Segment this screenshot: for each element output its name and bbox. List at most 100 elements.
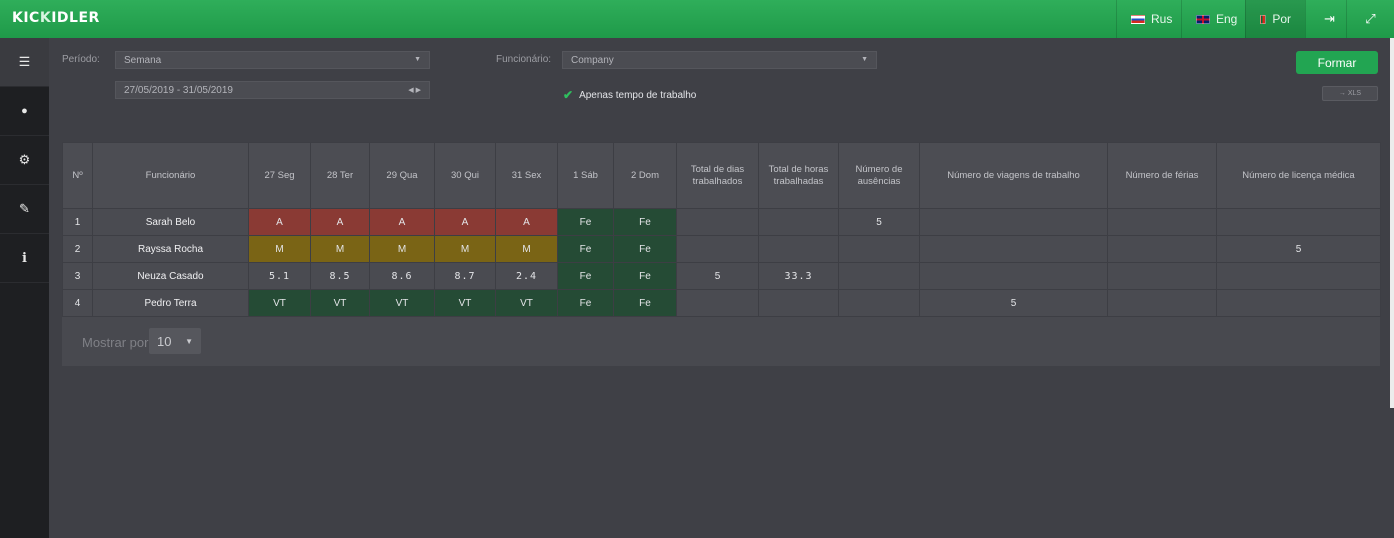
total-hours-cell: 33.3 [758,262,839,290]
row-number: 4 [62,289,93,317]
day-cell: VT [310,289,370,317]
export-xls-button[interactable]: → XLS [1322,86,1378,101]
day-cell: A [434,208,496,236]
logo-suffix: IDLER [51,10,100,26]
arrows-icon[interactable]: ◀ ▶ [408,86,421,94]
day-cell: Fe [613,208,677,236]
sick-leave-cell: 5 [1216,235,1381,263]
day-cell: Fe [557,235,614,263]
wrench-icon: ✎ [19,201,30,216]
day-cell: VT [434,289,496,317]
work-time-only-label: Apenas tempo de trabalho [579,89,697,101]
chevron-down-icon: ▼ [414,56,421,63]
day-cell: Fe [613,289,677,317]
page-size-label: Mostrar por [82,335,149,350]
day-cell: 8.5 [310,262,370,290]
column-header: 30 Qui [434,142,496,209]
chevron-down-icon: ▼ [185,337,193,346]
column-header: 29 Qua [369,142,435,209]
date-range-picker[interactable]: 27/05/2019 - 31/05/2019 ◀ ▶ [115,81,430,99]
employee-name: Pedro Terra [92,289,249,317]
column-header: Total de horas trabalhadas [758,142,839,209]
russia-flag-icon [1131,14,1145,24]
day-cell: VT [248,289,311,317]
day-cell: M [434,235,496,263]
total-days-cell [676,289,759,317]
day-cell: M [495,235,558,263]
uk-flag-icon [1196,14,1210,24]
table-row: 3 Neuza Casado 5.1 8.5 8.6 8.7 2.4 Fe Fe 5 33.3 [62,262,1381,290]
formar-button[interactable]: Formar [1296,51,1378,74]
absences-cell [838,262,920,290]
absences-cell [838,289,920,317]
work-time-only-checkbox[interactable]: ✔ Apenas tempo de trabalho [563,88,696,102]
column-header: Nº [62,142,93,209]
lang-rus-button[interactable]: Rus [1116,0,1186,38]
work-trips-cell [919,262,1108,290]
sidebar-item-info[interactable]: i [0,234,49,283]
chevron-down-icon: ▼ [861,56,868,63]
sidebar: ☰ ● ⚙ ✎ i [0,38,49,538]
employee-name: Sarah Belo [92,208,249,236]
checkmark-icon: ✔ [563,88,574,102]
vacations-cell [1107,262,1217,290]
logo-prefix: KIC [12,10,40,26]
column-header: 1 Sáb [557,142,614,209]
table-row: 4 Pedro Terra VT VT VT VT VT Fe Fe 5 [62,289,1381,317]
day-cell: 2.4 [495,262,558,290]
day-cell: Fe [613,235,677,263]
page-size-select[interactable]: 10 ▼ [149,328,201,354]
column-header: Funcionário [92,142,249,209]
day-cell: A [248,208,311,236]
employee-select[interactable]: Company ▼ [562,51,877,69]
lang-eng-button[interactable]: Eng [1181,0,1251,38]
column-header: Número de férias [1107,142,1217,209]
sick-leave-cell [1216,208,1381,236]
logout-icon: ⇥ [1324,11,1335,26]
page-size-value: 10 [157,334,172,349]
report-table: Nº Funcionário 27 Seg 28 Ter 29 Qua 30 Qui 31 … [62,142,1381,317]
day-cell: 8.7 [434,262,496,290]
lang-por-button[interactable]: Por [1245,0,1305,38]
gears-icon: ⚙ [18,152,31,167]
sidebar-item-tools[interactable]: ✎ [0,185,49,234]
lang-label: Rus [1151,12,1173,26]
column-header: 31 Sex [495,142,558,209]
total-hours-cell [758,289,839,317]
date-range-value: 27/05/2019 - 31/05/2019 [124,85,233,96]
day-cell: VT [369,289,435,317]
day-cell: Fe [557,289,614,317]
employee-value: Company [571,55,614,66]
sidebar-item-reports[interactable]: ☰ [0,38,49,87]
absences-cell [838,235,920,263]
day-cell: A [369,208,435,236]
day-cell: Fe [613,262,677,290]
day-cell: M [248,235,311,263]
column-header: 27 Seg [248,142,311,209]
fullscreen-button[interactable]: ⤢ [1346,0,1394,38]
total-days-cell [676,208,759,236]
row-number: 1 [62,208,93,236]
column-header: Número de ausências [838,142,920,209]
work-trips-cell: 5 [919,289,1108,317]
vacations-cell [1107,208,1217,236]
vacations-cell [1107,289,1217,317]
row-number: 3 [62,262,93,290]
row-number: 2 [62,235,93,263]
day-cell: 5.1 [248,262,311,290]
table-row: 1 Sarah Belo A A A A A Fe Fe 5 [62,208,1381,236]
day-cell: Fe [557,262,614,290]
work-trips-cell [919,208,1108,236]
total-hours-cell [758,208,839,236]
period-select[interactable]: Semana ▼ [115,51,430,69]
day-cell: M [310,235,370,263]
sidebar-item-settings[interactable]: ⚙ [0,136,49,185]
sidebar-item-employees[interactable]: ● [0,87,49,136]
window-edge [1390,38,1394,408]
period-label: Período: [62,54,100,65]
work-trips-cell [919,235,1108,263]
lang-label: Eng [1216,12,1238,26]
fullscreen-icon: ⤢ [1365,11,1376,26]
column-header: Número de licença médica [1216,142,1381,209]
column-header: Total de dias trabalhados [676,142,759,209]
